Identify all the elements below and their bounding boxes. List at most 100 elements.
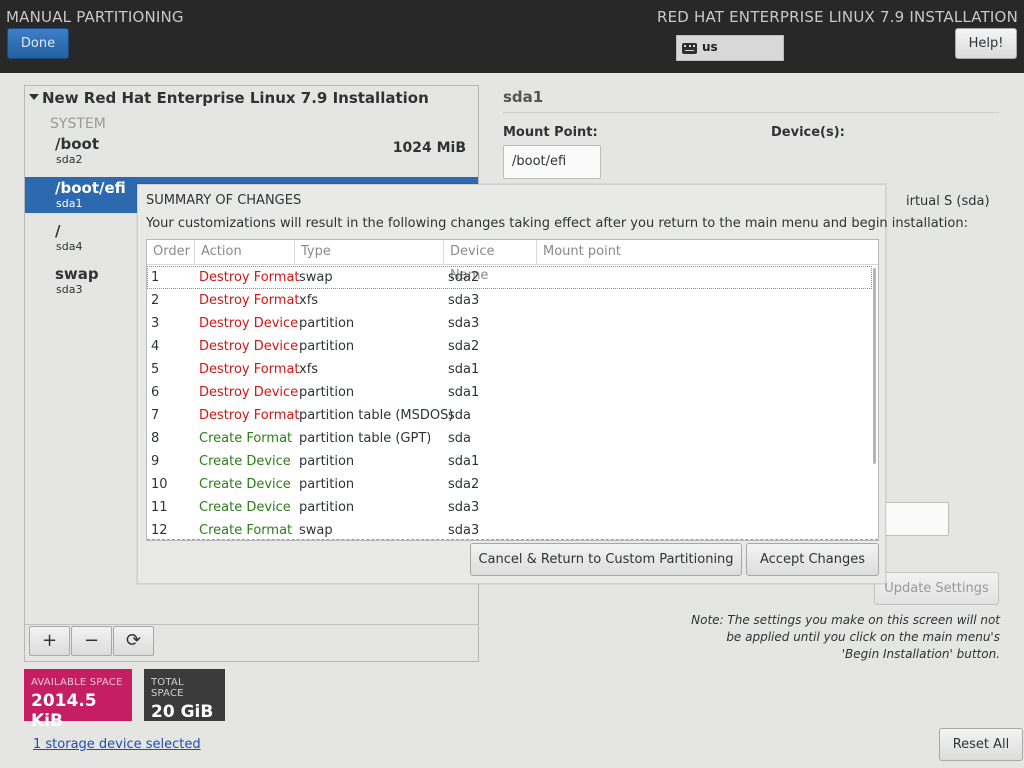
details-separator <box>503 112 999 113</box>
page-title: MANUAL PARTITIONING <box>6 8 184 26</box>
cell-device: sda1 <box>448 362 480 377</box>
cell-device: sda2 <box>448 270 480 285</box>
mount-point-device: sda1 <box>56 197 83 210</box>
product-title: RED HAT ENTERPRISE LINUX 7.9 INSTALLATIO… <box>657 8 1018 26</box>
available-space-value: 2014.5 KiB <box>31 691 97 731</box>
mount-point-device: sda3 <box>56 283 83 296</box>
cell-action: Destroy Device <box>199 339 299 354</box>
keyboard-layout-indicator[interactable]: us <box>676 35 784 61</box>
table-row[interactable]: 7 Destroy Format partition table (MSDOS) sd… <box>147 404 872 427</box>
remove-icon[interactable]: − <box>71 626 112 656</box>
cell-type: partition <box>299 339 355 354</box>
cell-device: sda <box>448 431 471 446</box>
done-button[interactable]: Done <box>7 28 69 59</box>
cell-type: swap <box>299 270 333 285</box>
header-bar: MANUAL PARTITIONING Done RED HAT ENTERPR… <box>0 0 1024 73</box>
table-row[interactable]: 11 Create Device partition sda3 <box>147 496 872 519</box>
cell-action: Create Format <box>199 431 293 446</box>
installation-label: New Red Hat Enterprise Linux 7.9 Install… <box>42 89 429 107</box>
cell-order: 5 <box>151 362 160 377</box>
cell-device: sda3 <box>448 500 480 515</box>
cell-action: Destroy Device <box>199 385 299 400</box>
cell-device: sda2 <box>448 477 480 492</box>
cell-order: 10 <box>151 477 168 492</box>
accept-changes-button[interactable]: Accept Changes <box>746 543 879 576</box>
cell-order: 8 <box>151 431 160 446</box>
available-space-box: AVAILABLE SPACE 2014.5 KiB <box>24 669 132 731</box>
cell-type: partition table (MSDOS) <box>299 408 454 423</box>
add-icon[interactable]: + <box>29 626 70 656</box>
cell-type: partition <box>299 385 355 400</box>
table-header: Order Action Type Device Name Mount poin… <box>147 240 878 283</box>
table-row[interactable]: 4 Destroy Device partition sda2 <box>147 335 872 358</box>
installation-expander[interactable]: New Red Hat Enterprise Linux 7.9 Install… <box>29 89 429 107</box>
cell-order: 1 <box>151 270 160 285</box>
cell-type: partition <box>299 500 355 515</box>
cell-order: 12 <box>151 523 168 538</box>
column-header-device[interactable]: Device Name <box>444 240 537 283</box>
table-row[interactable]: 5 Destroy Format xfs sda1 <box>147 358 872 381</box>
update-settings-button[interactable]: Update Settings <box>874 572 999 605</box>
table-row[interactable]: 1 Destroy Format swap sda2 <box>147 266 872 289</box>
details-title: sda1 <box>503 88 544 106</box>
cell-type: xfs <box>299 293 319 308</box>
cell-order: 11 <box>151 500 168 515</box>
cell-action: Create Device <box>199 477 291 492</box>
summary-of-changes-dialog: SUMMARY OF CHANGES Your customizations w… <box>137 184 968 584</box>
table-row[interactable]: 6 Destroy Device partition sda1 <box>147 381 872 404</box>
column-header-order[interactable]: Order <box>147 240 195 265</box>
mount-point-name: /boot/efi <box>55 179 126 197</box>
expander-caret-icon <box>29 94 39 100</box>
table-row[interactable]: 12 Create Format swap sda3 <box>147 519 872 540</box>
cell-action: Create Format <box>199 523 293 538</box>
column-header-action[interactable]: Action <box>195 240 295 265</box>
refresh-icon[interactable]: ⟳ <box>113 626 154 656</box>
cell-device: sda <box>448 408 471 423</box>
cell-order: 9 <box>151 454 160 469</box>
cell-type: swap <box>299 523 333 538</box>
cell-order: 4 <box>151 339 160 354</box>
available-space-label: AVAILABLE SPACE <box>31 677 123 688</box>
cell-action: Destroy Device <box>199 316 299 331</box>
mount-point-input[interactable]: /boot/efi <box>503 145 601 179</box>
details-text-field[interactable] <box>875 502 949 536</box>
help-button[interactable]: Help! <box>955 28 1017 59</box>
reset-all-button[interactable]: Reset All <box>939 728 1023 761</box>
cell-device: sda3 <box>448 316 480 331</box>
cell-action: Destroy Format <box>199 408 300 423</box>
cell-type: partition table (GPT) <box>299 431 432 446</box>
table-row[interactable]: 2 Destroy Format xfs sda3 <box>147 289 872 312</box>
changes-table: Order Action Type Device Name Mount poin… <box>146 239 879 541</box>
cell-action: Destroy Format <box>199 270 300 285</box>
mount-point-item[interactable]: /boot sda2 1024 MiB <box>25 133 478 169</box>
table-row[interactable]: 8 Create Format partition table (GPT) sda <box>147 427 872 450</box>
cancel-return-button[interactable]: Cancel & Return to Custom Partitioning <box>470 543 742 576</box>
dialog-title: SUMMARY OF CHANGES <box>146 193 302 208</box>
cell-type: partition <box>299 477 355 492</box>
mount-point-device: sda2 <box>56 153 83 166</box>
cell-type: xfs <box>299 362 319 377</box>
cell-order: 6 <box>151 385 160 400</box>
settings-note: Note: The settings you make on this scre… <box>691 613 1000 661</box>
system-group-label: SYSTEM <box>50 116 106 132</box>
mount-point-name: / <box>55 222 61 240</box>
column-header-type[interactable]: Type <box>295 240 444 265</box>
cell-order: 2 <box>151 293 160 308</box>
table-row[interactable]: 9 Create Device partition sda1 <box>147 450 872 473</box>
mount-point-name: swap <box>55 265 99 283</box>
table-row[interactable]: 3 Destroy Device partition sda3 <box>147 312 872 335</box>
devices-label: Device(s): <box>771 125 845 140</box>
dialog-description: Your customizations will result in the f… <box>146 216 968 231</box>
keyboard-icon <box>682 43 697 54</box>
table-scrollbar[interactable] <box>873 268 876 464</box>
cell-device: sda1 <box>448 454 480 469</box>
total-space-label: TOTAL SPACE <box>151 677 184 699</box>
table-row[interactable]: 10 Create Device partition sda2 <box>147 473 872 496</box>
mount-point-label: Mount Point: <box>503 125 598 140</box>
cell-device: sda1 <box>448 385 480 400</box>
device-description: irtual S (sda) <box>906 194 990 209</box>
total-space-value: 20 GiB <box>151 702 214 722</box>
column-header-mount-point[interactable]: Mount point <box>537 240 878 265</box>
storage-device-link[interactable]: 1 storage device selected <box>33 737 201 752</box>
cell-order: 3 <box>151 316 160 331</box>
